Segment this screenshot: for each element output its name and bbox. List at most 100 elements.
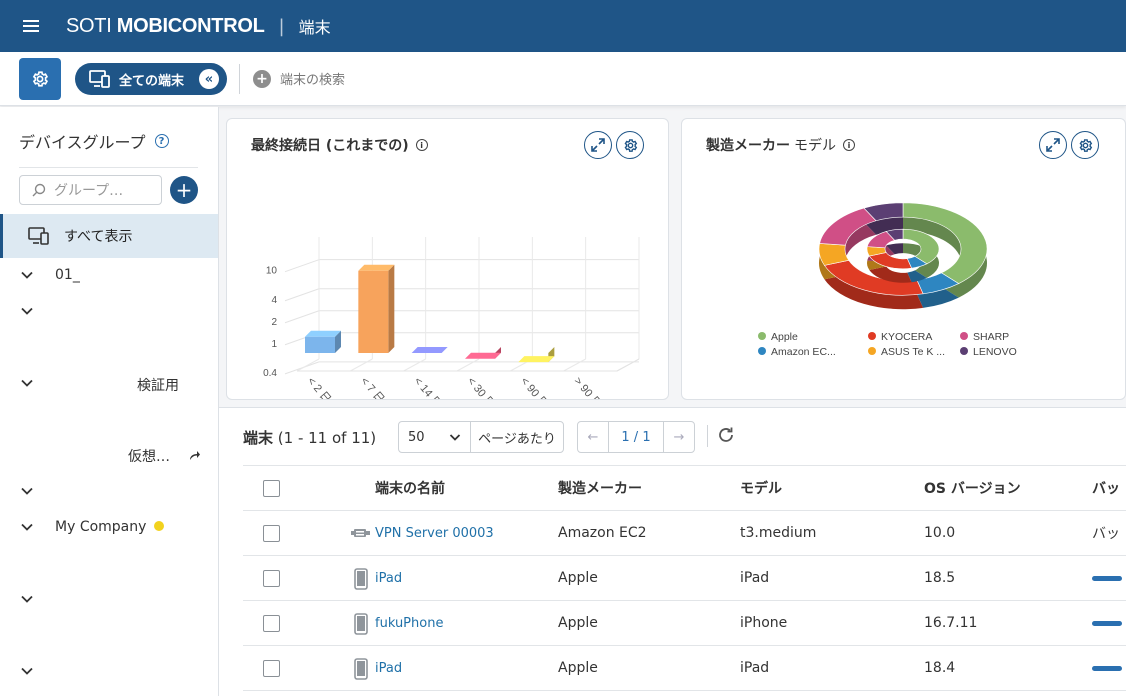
tree-item[interactable] bbox=[0, 588, 218, 612]
column-header[interactable]: モデル bbox=[740, 465, 924, 511]
model-cell: t3.medium bbox=[740, 510, 924, 556]
header-divider: | bbox=[278, 15, 285, 37]
tree-item[interactable]: 仮想… bbox=[0, 443, 218, 467]
share-icon[interactable] bbox=[188, 449, 201, 462]
tree-item[interactable]: 検証用 bbox=[0, 372, 218, 396]
chevron-down-icon[interactable] bbox=[20, 664, 34, 678]
list-divider bbox=[707, 425, 708, 447]
bar bbox=[358, 270, 389, 353]
info-icon[interactable]: i bbox=[843, 139, 855, 151]
collapse-icon[interactable]: « bbox=[199, 69, 219, 89]
settings-button[interactable] bbox=[19, 58, 61, 100]
last-connected-card: 最終接続日 (これまでの) i 0.4 1 2 4 10 < 2 日 < 7 日 < 14 日… bbox=[226, 118, 669, 400]
devices-icon bbox=[89, 70, 110, 88]
gridline bbox=[284, 310, 320, 324]
chart-subtitle: モデル bbox=[794, 138, 836, 154]
tree-item-label: 仮想… bbox=[128, 449, 170, 465]
row-checkbox[interactable] bbox=[263, 569, 280, 587]
x-tick-label: > 90 日間 bbox=[571, 375, 611, 399]
add-group-button[interactable]: + bbox=[170, 176, 198, 204]
refresh-icon[interactable] bbox=[716, 425, 736, 445]
chevron-down-icon[interactable] bbox=[20, 484, 34, 498]
device-name-link[interactable]: iPad bbox=[375, 661, 402, 676]
help-icon[interactable]: ? bbox=[154, 134, 169, 148]
row-select-cell bbox=[243, 645, 375, 691]
device-name-cell: iPad bbox=[375, 645, 558, 691]
chart-title: 最終接続日 (これまでの) bbox=[251, 138, 409, 154]
bar-top bbox=[518, 356, 555, 363]
select-all-checkbox[interactable] bbox=[263, 479, 280, 497]
legend-marker bbox=[758, 347, 766, 355]
y-tick-label: 4 bbox=[271, 295, 277, 306]
plus-icon: + bbox=[253, 69, 271, 88]
all-devices-label: 全ての端末 bbox=[119, 73, 185, 89]
row-checkbox[interactable] bbox=[263, 659, 280, 677]
row-checkbox[interactable] bbox=[263, 524, 280, 542]
prev-page-button[interactable]: ← bbox=[578, 422, 608, 452]
chevron-down-icon[interactable] bbox=[20, 304, 34, 318]
tree-item-my-company[interactable]: My Company bbox=[0, 516, 218, 540]
tree-item[interactable]: 01_ bbox=[0, 264, 218, 288]
table-row[interactable]: iPad Apple iPad 18.5 bbox=[243, 555, 1126, 601]
chevron-down-icon[interactable] bbox=[20, 520, 34, 534]
column-header[interactable]: OS バージョン bbox=[924, 465, 1092, 511]
expand-button[interactable] bbox=[1039, 131, 1067, 159]
manufacturer-card: 製造メーカー モデル i Apple Amazon EC... KYOCERA ASU… bbox=[681, 118, 1126, 400]
device-name-link[interactable]: iPad bbox=[375, 571, 402, 586]
column-header[interactable]: バッ bbox=[1092, 465, 1126, 511]
chart-settings-button[interactable] bbox=[616, 131, 644, 159]
chevron-down-icon[interactable] bbox=[20, 268, 34, 282]
add-device-search-button[interactable]: + 端末の検索 bbox=[253, 69, 345, 88]
column-header[interactable]: 端末の名前 bbox=[375, 465, 558, 511]
row-checkbox[interactable] bbox=[263, 614, 280, 632]
toolbar-divider bbox=[239, 64, 240, 94]
donut-chart: Apple Amazon EC... KYOCERA ASUS Te K ... SHA… bbox=[758, 202, 1017, 358]
table-row[interactable]: VPN Server 00003 Amazon EC2 t3.medium 10… bbox=[243, 510, 1126, 556]
gear-icon bbox=[624, 138, 637, 152]
chevron-down-icon bbox=[449, 434, 461, 441]
group-search-input[interactable]: グループ… bbox=[19, 175, 162, 205]
gridline bbox=[284, 288, 320, 302]
table-row[interactable]: fukuPhone Apple iPhone 16.7.11 bbox=[243, 600, 1126, 646]
device-table: 端末の名前 製造メーカー モデル OS バージョン バッ VPN Server … bbox=[243, 465, 1126, 691]
device-name-cell: VPN Server 00003 bbox=[375, 510, 558, 556]
expand-button[interactable] bbox=[584, 131, 612, 159]
gridline bbox=[296, 358, 320, 372]
per-page-select[interactable]: 50 ページあたり bbox=[398, 421, 564, 453]
y-tick-label: 1 bbox=[271, 339, 277, 350]
next-page-button[interactable]: → bbox=[664, 422, 694, 452]
device-name-link[interactable]: VPN Server 00003 bbox=[375, 526, 494, 541]
per-page-value[interactable]: 50 bbox=[399, 422, 471, 452]
device-group-sidebar: デバイスグループ ? グループ… + すべて表示 01_ 検証用 仮想… My … bbox=[0, 107, 219, 696]
all-devices-button[interactable]: 全ての端末 « bbox=[75, 63, 227, 95]
gridline bbox=[563, 358, 586, 372]
sidebar-item-show-all[interactable]: すべて表示 bbox=[0, 214, 218, 258]
table-header-row: 端末の名前 製造メーカー モデル OS バージョン バッ bbox=[243, 465, 1126, 511]
legend-label: SHARP bbox=[973, 331, 1009, 343]
battery-cell: バッ bbox=[1092, 510, 1126, 556]
info-icon[interactable]: i bbox=[415, 139, 428, 151]
tree-item[interactable] bbox=[0, 300, 218, 324]
sidebar-title-text: デバイスグループ bbox=[19, 133, 146, 152]
chevron-down-icon[interactable] bbox=[20, 592, 34, 606]
tree-item[interactable] bbox=[0, 480, 218, 504]
card-title: 製造メーカー モデル i bbox=[706, 135, 855, 155]
menu-icon[interactable] bbox=[23, 20, 39, 32]
device-name-link[interactable]: fukuPhone bbox=[375, 616, 443, 631]
toolbar: 全ての端末 « + 端末の検索 bbox=[0, 52, 1126, 106]
tree-item[interactable] bbox=[0, 660, 218, 684]
column-header[interactable]: 製造メーカー bbox=[558, 465, 740, 511]
chart-settings-button[interactable] bbox=[1071, 131, 1099, 159]
app-header: SOTI MOBICONTROL | 端末 bbox=[0, 0, 1126, 52]
tree-item-label: My Company bbox=[55, 519, 147, 535]
table-row[interactable]: iPad Apple iPad 18.4 bbox=[243, 645, 1126, 691]
device-list-panel: 端末 (1 - 11 of 11) 50 ページあたり ← 1 / 1 → 端末… bbox=[219, 407, 1126, 696]
chart-grid: 0.4 1 2 4 10 bbox=[263, 237, 640, 379]
chevron-down-icon[interactable] bbox=[20, 376, 34, 390]
add-search-label: 端末の検索 bbox=[280, 73, 346, 88]
maker-cell: Apple bbox=[558, 600, 740, 646]
page-indicator: 1 / 1 bbox=[608, 422, 664, 452]
devices-icon bbox=[28, 227, 49, 245]
y-tick-label: 0.4 bbox=[263, 368, 277, 379]
gear-icon bbox=[1079, 138, 1092, 152]
